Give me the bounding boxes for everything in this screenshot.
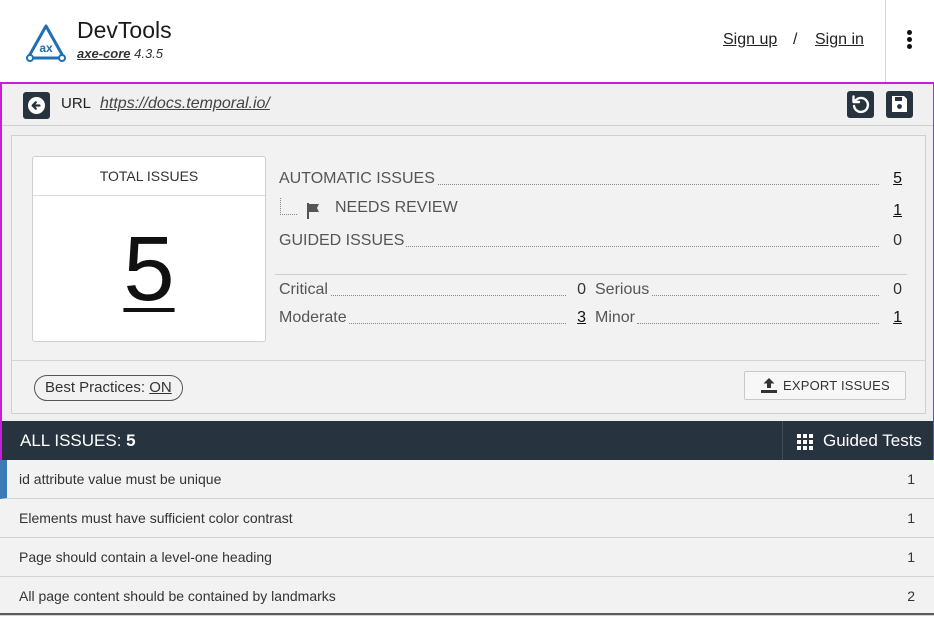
issue-count: 1 <box>907 549 915 565</box>
app-header: ax DevTools axe-core 4.3.5 Sign up / Sig… <box>0 0 934 82</box>
issue-count: 1 <box>907 471 915 487</box>
minor-count[interactable]: 1 <box>893 309 902 327</box>
issue-title: All page content should be contained by … <box>19 588 336 604</box>
tree-connector <box>280 198 297 215</box>
sign-up-link[interactable]: Sign up <box>723 31 777 49</box>
issue-row[interactable]: Page should contain a level-one heading … <box>0 538 934 577</box>
version-number: 4.3.5 <box>134 46 164 61</box>
issues-summary: TOTAL ISSUES 5 AUTOMATIC ISSUES 5 NEEDS … <box>11 135 926 414</box>
issue-count: 2 <box>907 588 915 604</box>
issue-count: 1 <box>907 510 915 526</box>
upload-icon <box>761 378 777 393</box>
grid-icon <box>797 434 813 450</box>
serious-row: Serious 0 <box>595 281 902 301</box>
all-issues-label: ALL ISSUES: <box>20 431 122 450</box>
total-issues-count[interactable]: 5 <box>33 219 265 319</box>
needs-review-count[interactable]: 1 <box>893 202 902 220</box>
issue-list: id attribute value must be unique 1 Elem… <box>0 460 934 619</box>
serious-count: 0 <box>893 281 902 298</box>
url-bar: URL https://docs.temporal.io/ <box>2 84 933 126</box>
app-title: DevTools <box>77 17 172 43</box>
all-issues-count: 5 <box>126 431 136 450</box>
guided-issues-count: 0 <box>893 232 902 249</box>
scanned-url-link[interactable]: https://docs.temporal.io/ <box>100 95 270 113</box>
issue-row[interactable]: id attribute value must be unique 1 <box>0 460 934 499</box>
save-button[interactable] <box>886 91 913 118</box>
automatic-issues-label: AUTOMATIC ISSUES <box>279 170 437 188</box>
guided-issues-row: GUIDED ISSUES 0 <box>279 232 902 252</box>
total-issues-card: TOTAL ISSUES 5 <box>32 156 266 342</box>
needs-review-row: NEEDS REVIEW 1 <box>335 199 902 219</box>
flag-icon <box>307 203 319 219</box>
issue-title: Page should contain a level-one heading <box>19 549 272 565</box>
issue-row[interactable]: All page content should be contained by … <box>0 577 934 616</box>
moderate-count[interactable]: 3 <box>577 309 586 327</box>
critical-label: Critical <box>279 281 330 299</box>
save-icon <box>892 96 907 112</box>
results-panel: URL https://docs.temporal.io/ TOTAL ISSU… <box>0 82 934 461</box>
issue-title: id attribute value must be unique <box>19 471 222 487</box>
critical-row: Critical 0 <box>279 281 586 301</box>
automatic-issues-count[interactable]: 5 <box>893 170 902 188</box>
issue-title: Elements must have sufficient color cont… <box>19 510 293 526</box>
summary-divider <box>275 274 907 275</box>
sign-in-link[interactable]: Sign in <box>815 31 864 49</box>
issue-row[interactable]: Elements must have sufficient color cont… <box>0 499 934 538</box>
axe-logo-icon: ax <box>26 24 66 62</box>
guided-tests-label: Guided Tests <box>823 431 922 450</box>
serious-label: Serious <box>595 281 652 299</box>
best-practices-state: ON <box>149 379 172 396</box>
url-label: URL <box>61 95 92 112</box>
header-divider <box>885 0 886 82</box>
export-issues-label: EXPORT ISSUES <box>783 378 890 393</box>
bottom-divider <box>0 613 934 615</box>
all-issues-heading: ALL ISSUES: 5 <box>20 431 136 451</box>
automatic-issues-row: AUTOMATIC ISSUES 5 <box>279 170 902 190</box>
back-button[interactable] <box>23 92 50 119</box>
auth-separator: / <box>793 31 798 48</box>
needs-review-label: NEEDS REVIEW <box>335 199 460 217</box>
rerun-icon <box>852 95 870 114</box>
best-practices-toggle[interactable]: Best Practices: ON <box>34 375 183 401</box>
moderate-row: Moderate 3 <box>279 309 586 329</box>
kebab-menu-icon[interactable] <box>900 28 918 50</box>
svg-text:ax: ax <box>39 41 53 55</box>
guided-issues-label: GUIDED ISSUES <box>279 232 407 250</box>
engine-version: axe-core 4.3.5 <box>77 46 163 61</box>
moderate-label: Moderate <box>279 309 349 327</box>
minor-row: Minor 1 <box>595 309 902 329</box>
guided-tests-button[interactable]: Guided Tests <box>783 421 933 461</box>
summary-footer-divider <box>12 360 925 361</box>
back-arrow-icon <box>28 97 45 114</box>
total-issues-label: TOTAL ISSUES <box>33 157 265 196</box>
axe-core-link[interactable]: axe-core <box>77 46 130 61</box>
minor-label: Minor <box>595 309 638 327</box>
rerun-button[interactable] <box>847 91 874 118</box>
best-practices-label: Best Practices: <box>45 379 146 396</box>
all-issues-bar: ALL ISSUES: 5 Guided Tests <box>2 421 933 461</box>
export-issues-button[interactable]: EXPORT ISSUES <box>744 371 906 400</box>
critical-count: 0 <box>577 281 586 298</box>
